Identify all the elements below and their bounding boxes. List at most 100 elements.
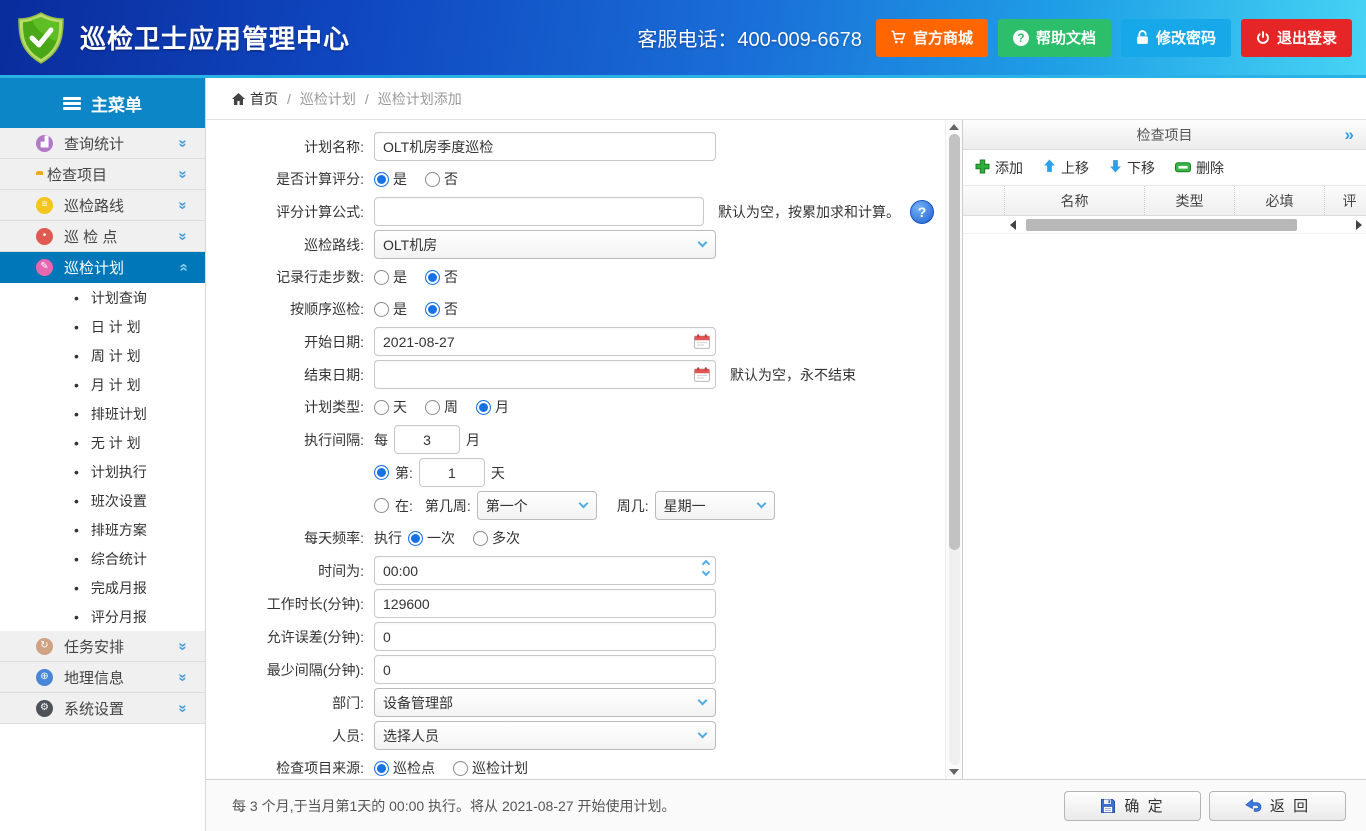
column-header[interactable]: 类型 bbox=[1145, 186, 1235, 215]
on-week-1-select[interactable]: 星期一 bbox=[655, 491, 775, 520]
calc-score-radio-1[interactable] bbox=[425, 172, 440, 187]
sidebar-item-geo[interactable]: ⊕地理信息» bbox=[0, 662, 205, 693]
move-down-button[interactable]: 下移 bbox=[1109, 158, 1155, 178]
panel-collapse-icon[interactable]: » bbox=[1345, 126, 1354, 143]
calendar-icon[interactable] bbox=[694, 334, 710, 352]
form-row-personnel: 人员:选择人员 bbox=[206, 721, 945, 750]
start-date-input[interactable]: 2021-08-27 bbox=[374, 327, 716, 356]
record-steps-radio-1[interactable] bbox=[425, 270, 440, 285]
sidebar-item-settings[interactable]: ⚙系统设置» bbox=[0, 693, 205, 724]
radio-label: 是 bbox=[393, 299, 407, 319]
app-title: 巡检卫士应用管理中心 bbox=[80, 19, 350, 56]
help-button[interactable]: ? bbox=[910, 200, 934, 224]
scrollbar-track[interactable] bbox=[949, 134, 960, 765]
hscroll-left-icon[interactable] bbox=[1010, 220, 1016, 230]
calendar-icon[interactable] bbox=[694, 367, 710, 385]
sidebar-subitem[interactable]: •完成月报 bbox=[0, 573, 205, 602]
sidebar-subitem[interactable]: •班次设置 bbox=[0, 486, 205, 515]
radio-label: 周 bbox=[444, 397, 458, 417]
work-duration-input[interactable]: 129600 bbox=[374, 589, 716, 618]
plan-type-radio-0[interactable] bbox=[374, 400, 389, 415]
field-label: 是否计算评分: bbox=[206, 169, 374, 189]
sidebar-subitem[interactable]: •计划执行 bbox=[0, 457, 205, 486]
route-select[interactable]: OLT机房 bbox=[374, 230, 716, 259]
form-scrollbar[interactable] bbox=[945, 120, 962, 779]
check-items-hscrollbar[interactable] bbox=[963, 216, 1366, 234]
score-formula-input[interactable] bbox=[374, 197, 704, 226]
header-button-label: 退出登录 bbox=[1277, 27, 1337, 48]
sidebar-subitem[interactable]: •月 计 划 bbox=[0, 370, 205, 399]
sidebar-item-check-items[interactable]: 检查项目» bbox=[0, 159, 205, 190]
department-select[interactable]: 设备管理部 bbox=[374, 688, 716, 717]
interval-input[interactable]: 3 bbox=[394, 425, 460, 454]
lock-icon bbox=[1136, 30, 1149, 45]
scrollbar-thumb[interactable] bbox=[949, 134, 960, 550]
daily-frequency-radio-0[interactable] bbox=[408, 531, 423, 546]
record-steps-radio-0[interactable] bbox=[374, 270, 389, 285]
back-button[interactable]: 返 回 bbox=[1209, 791, 1346, 821]
exec-time-input[interactable]: 00:00 bbox=[374, 556, 716, 585]
allowed-error-input[interactable]: 0 bbox=[374, 622, 716, 651]
add-button[interactable]: 添加 bbox=[975, 158, 1023, 178]
column-header[interactable]: 名称 bbox=[1005, 186, 1145, 215]
column-header[interactable]: 必填 bbox=[1235, 186, 1325, 215]
bullet-icon: • bbox=[74, 580, 79, 596]
sidebar-item-routes[interactable]: ≡巡检路线» bbox=[0, 190, 205, 221]
change-password-button[interactable]: 修改密码 bbox=[1121, 19, 1231, 57]
sidebar-subitem[interactable]: •评分月报 bbox=[0, 602, 205, 631]
column-header[interactable]: 评 bbox=[1325, 186, 1366, 215]
in-order-radio-1[interactable] bbox=[425, 302, 440, 317]
logout-button[interactable]: 退出登录 bbox=[1241, 19, 1352, 57]
hscroll-thumb[interactable] bbox=[1026, 219, 1297, 231]
on-week-radio[interactable] bbox=[374, 498, 389, 513]
sidebar-subitem[interactable]: •计划查询 bbox=[0, 283, 205, 312]
field-sublabel: 第几周: bbox=[425, 496, 471, 516]
docs-button[interactable]: ?帮助文档 bbox=[998, 19, 1111, 57]
hscroll-track[interactable] bbox=[1018, 219, 1348, 231]
plan-type-radio-1[interactable] bbox=[425, 400, 440, 415]
hscroll-right-icon[interactable] bbox=[1356, 220, 1362, 230]
radio-label: 一次 bbox=[427, 528, 455, 548]
breadcrumb-plans[interactable]: 巡检计划 bbox=[300, 89, 356, 109]
in-order-radio-0[interactable] bbox=[374, 302, 389, 317]
calc-score-radio-0[interactable] bbox=[374, 172, 389, 187]
form-row-calc-score: 是否计算评分:是否 bbox=[206, 165, 945, 193]
sidebar-subitem[interactable]: •日 计 划 bbox=[0, 312, 205, 341]
sidebar-subitem[interactable]: •周 计 划 bbox=[0, 341, 205, 370]
sidebar-group-label: 巡检路线 bbox=[64, 195, 124, 216]
form-row-plan-type: 计划类型:天周月 bbox=[206, 393, 945, 421]
scrollbar-down-icon[interactable] bbox=[949, 769, 959, 775]
check-item-source-radio-1[interactable] bbox=[453, 761, 468, 776]
breadcrumb-home[interactable]: 首页 bbox=[232, 89, 278, 109]
min-interval-input[interactable]: 0 bbox=[374, 655, 716, 684]
on-week-0-select[interactable]: 第一个 bbox=[477, 491, 597, 520]
page: 巡检卫士应用管理中心 客服电话：400-009-6678 官方商城?帮助文档修改… bbox=[0, 0, 1366, 831]
form-row-work-duration: 工作时长(分钟):129600 bbox=[206, 589, 945, 618]
daily-frequency-radio-1[interactable] bbox=[473, 531, 488, 546]
confirm-button[interactable]: 确 定 bbox=[1064, 791, 1201, 821]
globe-icon: ⊕ bbox=[36, 669, 53, 686]
plan-type-radio-2[interactable] bbox=[476, 400, 491, 415]
sidebar-subitem[interactable]: •综合统计 bbox=[0, 544, 205, 573]
sidebar-subitem[interactable]: •无 计 划 bbox=[0, 428, 205, 457]
form-row-score-formula: 评分计算公式:默认为空，按累加求和计算。? bbox=[206, 197, 945, 226]
spinner-down-icon[interactable] bbox=[702, 568, 710, 576]
check-item-source-radio-0[interactable] bbox=[374, 761, 389, 776]
time-spinner[interactable] bbox=[703, 561, 709, 575]
move-up-button[interactable]: 上移 bbox=[1043, 158, 1089, 178]
column-header[interactable] bbox=[963, 186, 1005, 215]
sidebar-subitem[interactable]: •排班方案 bbox=[0, 515, 205, 544]
plan-name-input[interactable]: OLT机房季度巡检 bbox=[374, 132, 716, 161]
sidebar-item-points[interactable]: •巡 检 点» bbox=[0, 221, 205, 252]
scrollbar-up-icon[interactable] bbox=[949, 124, 959, 130]
day-of-month-radio[interactable] bbox=[374, 465, 389, 480]
delete-button[interactable]: 删除 bbox=[1175, 158, 1224, 178]
sidebar-item-tasks[interactable]: ↻任务安排» bbox=[0, 631, 205, 662]
shop-button[interactable]: 官方商城 bbox=[876, 19, 988, 57]
sidebar-item-query-stats[interactable]: ▟查询统计» bbox=[0, 128, 205, 159]
personnel-select[interactable]: 选择人员 bbox=[374, 721, 716, 750]
sidebar-item-plans[interactable]: ✎巡检计划» bbox=[0, 252, 205, 283]
sidebar-subitem[interactable]: •排班计划 bbox=[0, 399, 205, 428]
day-of-month-input[interactable]: 1 bbox=[419, 458, 485, 487]
end-date-input[interactable] bbox=[374, 360, 716, 389]
